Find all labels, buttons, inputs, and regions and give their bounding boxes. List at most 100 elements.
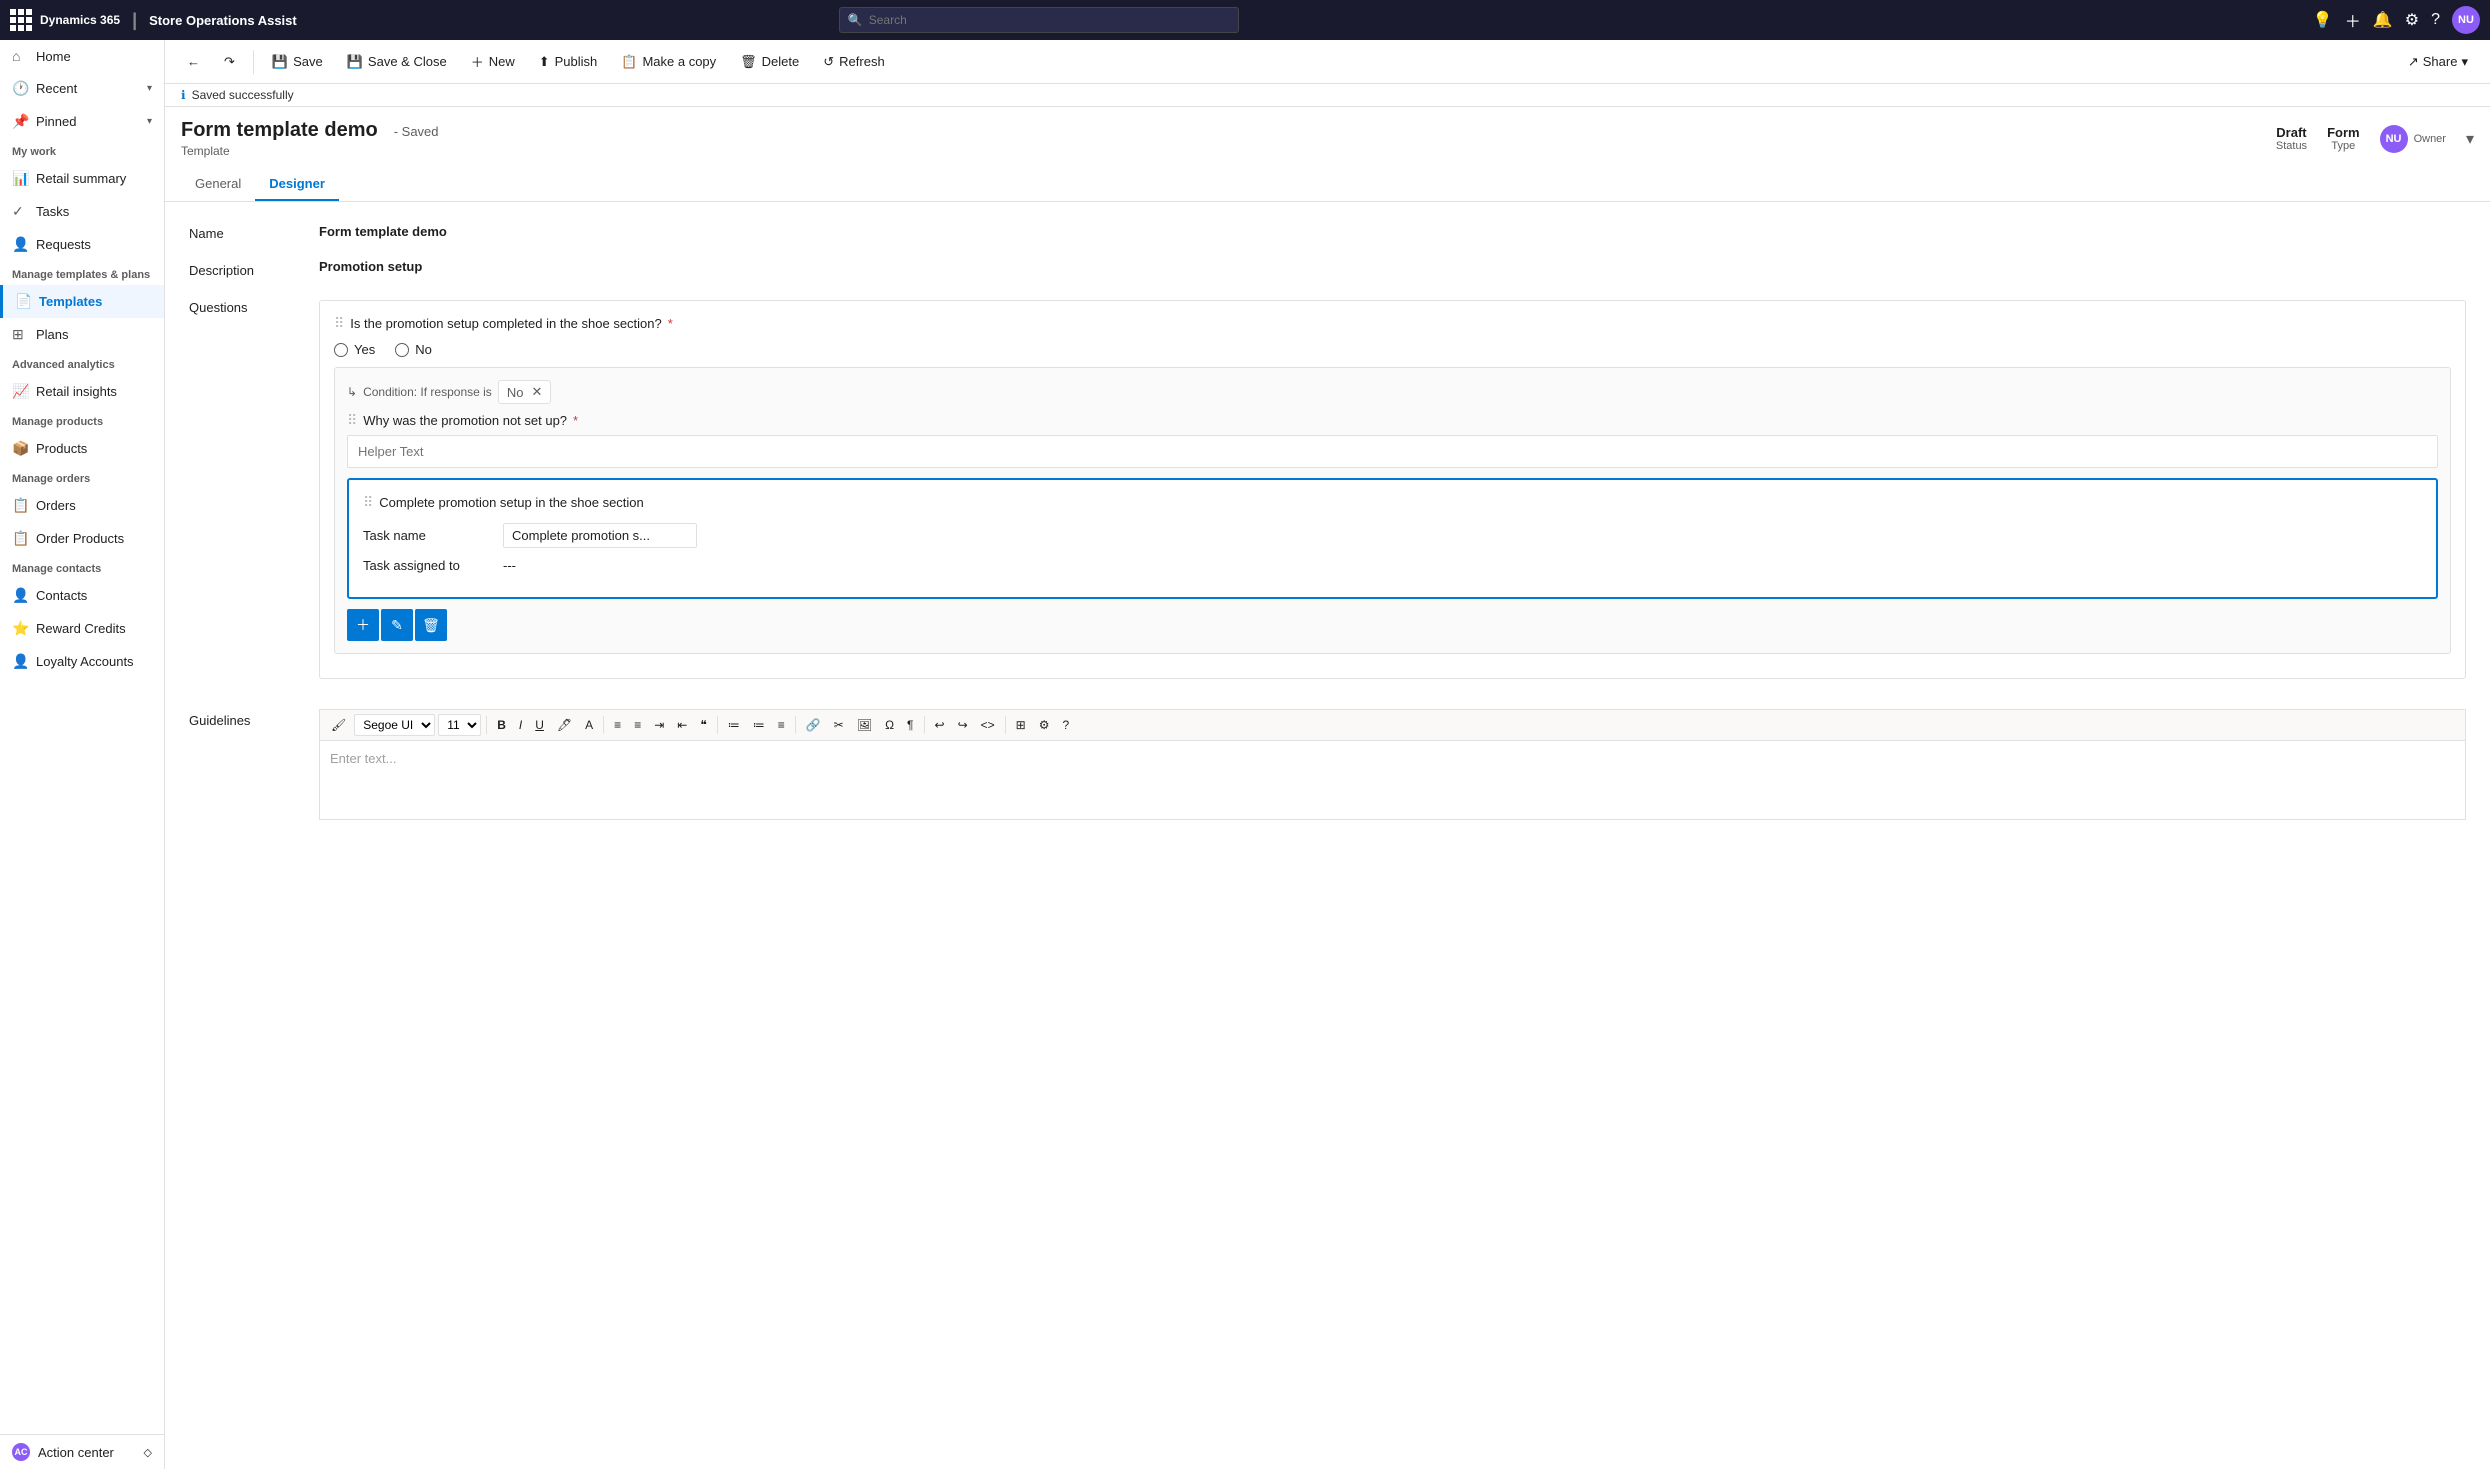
new-button[interactable]: ＋ New (461, 47, 525, 76)
highlight-button[interactable]: 🖊 (552, 715, 577, 735)
form-title: Form template demo (181, 119, 378, 142)
settings-icon[interactable]: ⚙ (2405, 10, 2419, 30)
sidebar-item-contacts[interactable]: 👤 Contacts (0, 579, 164, 612)
form-type-label: Type (2327, 140, 2360, 152)
sidebar-item-tasks[interactable]: ✓ Tasks (0, 195, 164, 228)
drag-handle-sub-1[interactable]: ⠿ (347, 412, 357, 429)
undo-button[interactable]: ↩ (930, 715, 950, 735)
drag-handle-1[interactable]: ⠿ (334, 315, 344, 332)
paragraph-button[interactable]: ¶ (902, 715, 918, 735)
sidebar-item-order-products[interactable]: 📋 Order Products (0, 522, 164, 555)
contacts-icon: 👤 (12, 587, 28, 604)
special-char-button[interactable]: Ω (880, 715, 899, 735)
redo-button[interactable]: ↪ (953, 715, 973, 735)
sidebar-item-orders[interactable]: 📋 Orders (0, 489, 164, 522)
drag-handle-task-1[interactable]: ⠿ (363, 494, 373, 511)
italic-button[interactable]: I (514, 715, 527, 735)
sidebar-item-action-center[interactable]: AC Action center ◇ (0, 1434, 164, 1469)
add-question-button[interactable]: ＋ (347, 609, 379, 641)
edit-button[interactable]: ✎ (381, 609, 413, 641)
back-button[interactable]: ← (177, 49, 210, 74)
form-status-value: Draft (2276, 125, 2307, 140)
bold-button[interactable]: B (492, 715, 511, 735)
rtb-format-button[interactable]: 🖌 (326, 715, 351, 735)
image-button[interactable]: 🖼 (852, 715, 877, 735)
form-subtitle: Template (181, 144, 439, 158)
align-center-button[interactable]: ≡ (629, 715, 646, 735)
search-box[interactable]: 🔍 (839, 7, 1239, 33)
search-input[interactable] (869, 13, 1230, 27)
lightbulb-icon[interactable]: 💡 (2313, 10, 2333, 30)
sidebar-item-reward-credits[interactable]: ⭐ Reward Credits (0, 612, 164, 645)
sidebar-item-plans[interactable]: ⊞ Plans (0, 318, 164, 351)
sidebar-item-products[interactable]: 📦 Products (0, 432, 164, 465)
copy-button[interactable]: 📋 Make a copy (611, 49, 726, 75)
sidebar-item-home[interactable]: ⌂ Home (0, 40, 164, 72)
radio-yes[interactable]: Yes (334, 342, 375, 357)
grid-menu-icon[interactable] (10, 9, 32, 31)
quote-button[interactable]: ❝ (695, 715, 711, 735)
task-block-1: ⠿ Complete promotion setup in the shoe s… (347, 478, 2438, 599)
table-button[interactable]: ⊞ (1011, 715, 1031, 735)
bullet-list-button[interactable]: ≔ (723, 715, 745, 735)
radio-no[interactable]: No (395, 342, 432, 357)
guidelines-text-area[interactable]: Enter text... (319, 740, 2466, 820)
share-button[interactable]: ↗ Share ▾ (2398, 49, 2478, 75)
my-work-section: My work (0, 138, 164, 162)
save-button[interactable]: 💾 Save (262, 49, 333, 75)
sidebar-item-loyalty-accounts[interactable]: 👤 Loyalty Accounts (0, 645, 164, 678)
sidebar-item-requests[interactable]: 👤 Requests (0, 228, 164, 261)
underline-button[interactable]: U (530, 715, 549, 735)
sidebar-item-label: Contacts (36, 588, 87, 603)
tab-general[interactable]: General (181, 168, 255, 201)
delete-button[interactable]: 🗑 Delete (730, 49, 809, 75)
publish-button[interactable]: ⬆ Publish (529, 49, 608, 75)
refresh-button[interactable]: ↺ Refresh (813, 49, 894, 75)
helper-text-input[interactable] (347, 435, 2438, 468)
task-assigned-label: Task assigned to (363, 558, 503, 573)
sidebar-item-pinned[interactable]: 📌 Pinned ▾ (0, 105, 164, 138)
app-logo[interactable]: Dynamics 365 | Store Operations Assist (10, 9, 297, 31)
align-left-button[interactable]: ≡ (609, 715, 626, 735)
sidebar: ⌂ Home 🕐 Recent ▾ 📌 Pinned ▾ My work 📊 R… (0, 40, 165, 1469)
source-button[interactable]: <> (976, 715, 1000, 735)
task-name-input[interactable] (503, 523, 697, 548)
indent-button[interactable]: ⇥ (649, 715, 669, 735)
forward-button[interactable]: ↷ (214, 49, 245, 75)
questions-label: Questions (189, 296, 319, 315)
numbered-list-button[interactable]: ≔ (748, 715, 770, 735)
question-text-1: ⠿ Is the promotion setup completed in th… (334, 315, 2451, 332)
collapse-icon[interactable]: ▾ (2466, 129, 2474, 149)
save-close-button[interactable]: 💾 Save & Close (337, 49, 457, 75)
sidebar-item-retail-insights[interactable]: 📈 Retail insights (0, 375, 164, 408)
font-select[interactable]: Segoe UI (354, 714, 435, 736)
unlink-button[interactable]: ✂ (829, 715, 849, 735)
outdent-button[interactable]: ⇤ (672, 715, 692, 735)
sidebar-item-templates[interactable]: 📄 Templates (0, 285, 164, 318)
sidebar-item-retail-summary[interactable]: 📊 Retail summary (0, 162, 164, 195)
delete-label: Delete (762, 54, 800, 69)
sidebar-item-recent[interactable]: 🕐 Recent ▾ (0, 72, 164, 105)
condition-remove-button[interactable]: ✕ (531, 384, 542, 400)
user-avatar[interactable]: NU (2452, 6, 2480, 34)
main-layout: ⌂ Home 🕐 Recent ▾ 📌 Pinned ▾ My work 📊 R… (0, 40, 2490, 1469)
tab-designer[interactable]: Designer (255, 168, 339, 201)
guidelines-editor: 🖌 Segoe UI 11 B I U 🖊 A (319, 709, 2466, 820)
table-settings-button[interactable]: ⚙ (1034, 715, 1055, 735)
delete-question-button[interactable]: 🗑 (415, 609, 447, 641)
cmd-divider (253, 50, 254, 74)
help-icon[interactable]: ? (2431, 11, 2440, 29)
link-button[interactable]: 🔗 (801, 715, 826, 735)
manage-contacts-section: Manage contacts (0, 555, 164, 579)
form-status-label: Status (2276, 140, 2307, 152)
status-bar: ℹ Saved successfully (165, 84, 2490, 107)
align-justify-button[interactable]: ≡ (773, 715, 790, 735)
name-value: Form template demo (319, 222, 2466, 241)
task-name-row: Task name (363, 523, 2422, 548)
plus-icon[interactable]: ＋ (2345, 8, 2361, 32)
font-color-button[interactable]: A (580, 715, 598, 735)
help-rtb-button[interactable]: ? (1057, 715, 1074, 735)
font-size-select[interactable]: 11 (438, 714, 481, 736)
action-center-icon: AC (12, 1443, 30, 1461)
bell-icon[interactable]: 🔔 (2373, 10, 2393, 30)
